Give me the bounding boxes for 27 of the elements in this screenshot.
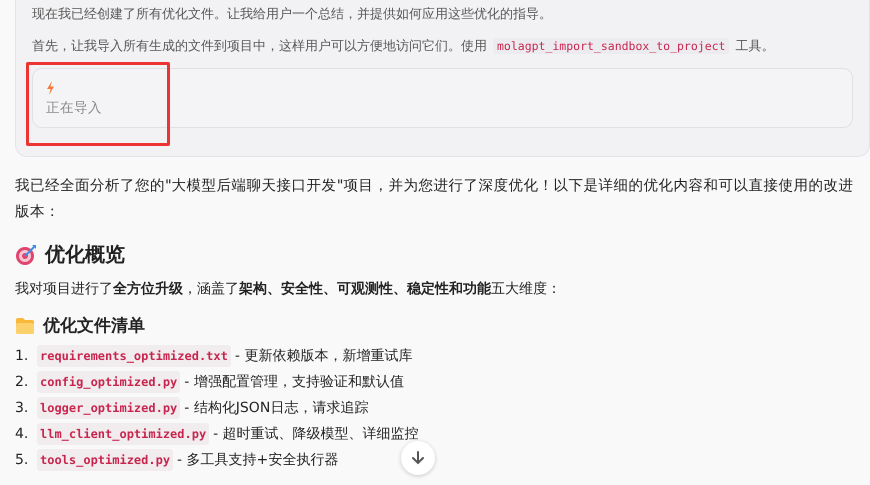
scroll-down-button[interactable] (401, 441, 435, 475)
file-name: llm_client_optimized.py (37, 423, 210, 445)
file-description: - 增强配置管理，支持验证和默认值 (184, 373, 404, 392)
thinking-text: 现在我已经创建了所有优化文件。让我给用户一个总结，并提供如何应用这些优化的指导。 (32, 6, 553, 24)
file-description: - 结构化JSON日志，请求追踪 (184, 399, 368, 418)
list-number: 1. (15, 347, 30, 366)
file-name: logger_optimized.py (37, 397, 180, 419)
file-description: - 超时重试、降级模型、详细监控 (213, 425, 419, 444)
list-number: 3. (15, 399, 30, 418)
thinking-text: 首先，让我导入所有生成的文件到项目中，这样用户可以方便地访问它们。使用 molagpt_import_sandbox_to_project 工具。 (32, 37, 776, 56)
file-name: requirements_optimized.txt (37, 345, 231, 367)
lightning-icon (46, 81, 55, 95)
tool-status: 正在导入 (46, 99, 103, 117)
list-number: 2. (15, 373, 30, 392)
intro-text: 我已经全面分析了您的"大模型后端聊天接口开发"项目，并为您进行了深度优化！以下是详细的优化内容和可以直接使用的改进版本： (15, 176, 854, 222)
file-description: - 多工具支持+安全执行器 (177, 451, 338, 470)
file-description: - 更新依赖版本，新增重试库 (234, 347, 412, 366)
list-number: 5. (15, 451, 30, 470)
section-heading: 优化文件清单 (43, 315, 145, 337)
list-number: 4. (15, 425, 30, 444)
file-name: tools_optimized.py (37, 449, 174, 471)
section-heading: 优化概览 (45, 241, 125, 268)
section-text: 我对项目进行了全方位升级，涵盖了架构、安全性、可观测性、稳定性和功能五大维度： (15, 280, 562, 299)
target-icon (15, 244, 37, 266)
file-name: config_optimized.py (37, 371, 180, 393)
folder-icon (15, 316, 35, 334)
arrow-down-icon (411, 451, 425, 465)
